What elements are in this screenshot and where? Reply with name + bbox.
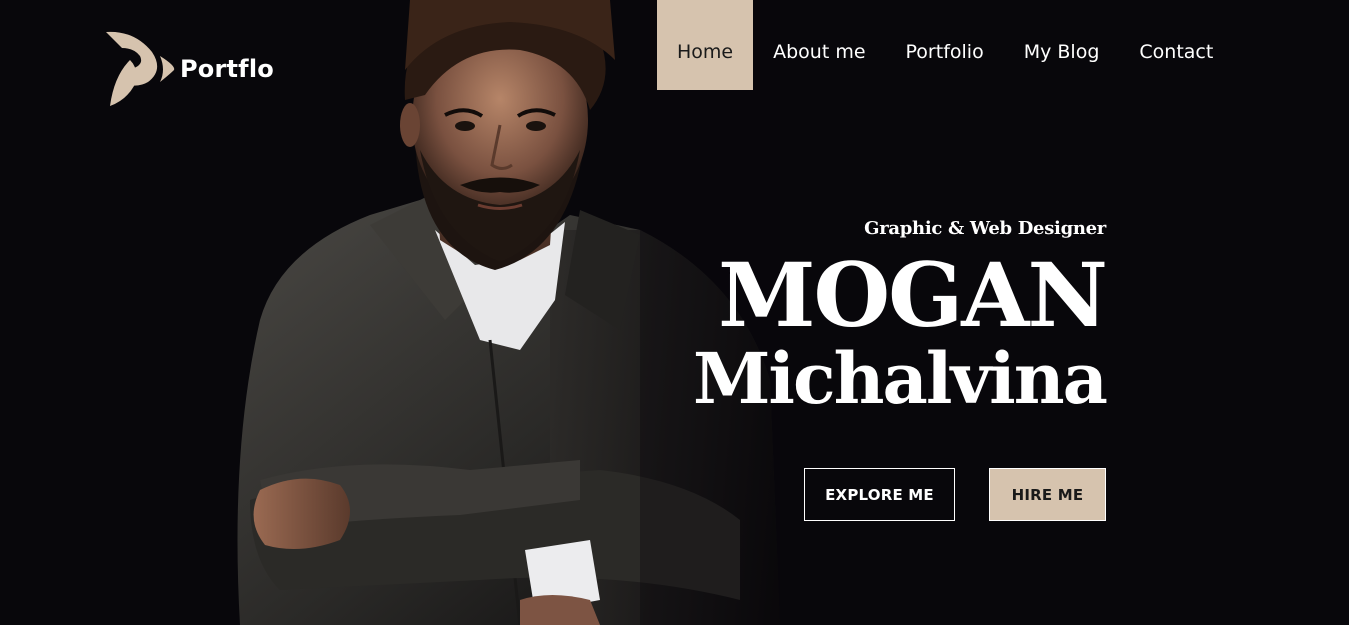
brand-name: Portflo (180, 55, 274, 83)
nav-item-about-me[interactable]: About me (753, 0, 885, 90)
explore-me-button[interactable]: EXPLORE ME (804, 468, 955, 521)
brand-logo[interactable]: Portflo (104, 30, 274, 108)
portflo-logo-icon (106, 31, 175, 106)
hero-first-name: MOGAN (718, 243, 1108, 347)
hero-subtitle: Graphic & Web Designer (864, 218, 1106, 239)
hero-intro: Graphic & Web Designer MOGAN Michalvina (692, 218, 1108, 420)
main-nav: Home About me Portfolio My Blog Contact (657, 0, 1233, 90)
nav-item-contact[interactable]: Contact (1119, 0, 1233, 90)
hero-last-name: Michalvina (692, 337, 1108, 420)
hero-section: Portflo Home About me Portfolio My Blog … (0, 0, 1349, 625)
hire-me-button[interactable]: HIRE ME (989, 468, 1106, 521)
nav-item-portfolio[interactable]: Portfolio (886, 0, 1004, 90)
nav-item-home[interactable]: Home (657, 0, 754, 90)
nav-item-my-blog[interactable]: My Blog (1004, 0, 1120, 90)
